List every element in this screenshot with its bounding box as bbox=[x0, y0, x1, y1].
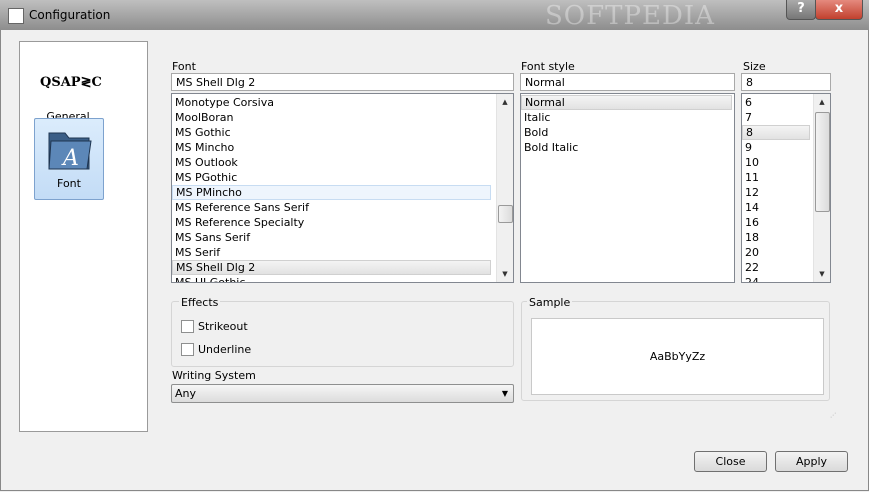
size-list-scrollbar[interactable]: ▲ ▼ bbox=[813, 94, 830, 282]
list-item[interactable]: MS PGothic bbox=[172, 170, 493, 185]
scroll-thumb[interactable] bbox=[815, 112, 830, 212]
writing-system-value: Any bbox=[175, 387, 197, 400]
underline-checkbox[interactable] bbox=[181, 343, 194, 356]
chevron-down-icon: ▼ bbox=[501, 389, 508, 398]
title-bar: Configuration SOFTPEDIA ? x bbox=[0, 0, 869, 31]
list-item[interactable]: Normal bbox=[521, 95, 732, 110]
list-item[interactable]: MS UI Gothic bbox=[172, 275, 493, 282]
sidebar-item-label: Font bbox=[57, 177, 81, 190]
list-item[interactable]: MS Reference Specialty bbox=[172, 215, 493, 230]
close-button[interactable]: Close bbox=[694, 451, 767, 472]
list-item[interactable]: 16 bbox=[742, 215, 812, 230]
sidebar-item-font[interactable]: A Font bbox=[34, 118, 104, 200]
strikeout-label: Strikeout bbox=[198, 320, 248, 333]
list-item[interactable]: 8 bbox=[742, 125, 810, 140]
list-item[interactable]: MS Reference Sans Serif bbox=[172, 200, 493, 215]
list-item[interactable]: 6 bbox=[742, 95, 812, 110]
font-label: Font bbox=[172, 60, 196, 73]
list-item[interactable]: 14 bbox=[742, 200, 812, 215]
list-item[interactable]: MS Mincho bbox=[172, 140, 493, 155]
strikeout-checkbox[interactable] bbox=[181, 320, 194, 333]
list-item[interactable]: 9 bbox=[742, 140, 812, 155]
resize-grip-icon[interactable]: ⋰ bbox=[830, 412, 838, 420]
svg-text:A: A bbox=[61, 146, 79, 171]
list-item[interactable]: 10 bbox=[742, 155, 812, 170]
list-item[interactable]: MS Sans Serif bbox=[172, 230, 493, 245]
app-icon bbox=[8, 8, 24, 24]
list-item[interactable]: 12 bbox=[742, 185, 812, 200]
list-item[interactable]: Bold Italic bbox=[521, 140, 734, 155]
list-item[interactable]: MS Gothic bbox=[172, 125, 493, 140]
list-item[interactable]: Italic bbox=[521, 110, 734, 125]
list-item[interactable]: Monotype Corsiva bbox=[172, 95, 493, 110]
list-item[interactable]: 20 bbox=[742, 245, 812, 260]
sidebar-item-general[interactable]: QSAP≷C General bbox=[34, 58, 102, 123]
list-item[interactable]: 24 bbox=[742, 275, 812, 282]
help-button[interactable]: ? bbox=[786, 0, 816, 20]
list-item[interactable]: 7 bbox=[742, 110, 812, 125]
list-item[interactable]: MoolBoran bbox=[172, 110, 493, 125]
list-item[interactable]: MS Outlook bbox=[172, 155, 493, 170]
list-item[interactable]: MS Shell Dlg 2 bbox=[172, 260, 491, 275]
list-item[interactable]: 22 bbox=[742, 260, 812, 275]
window-title: Configuration bbox=[29, 8, 111, 22]
font-style-input[interactable]: Normal bbox=[520, 73, 735, 91]
font-style-list[interactable]: Normal Italic Bold Bold Italic bbox=[520, 93, 735, 283]
scroll-down-arrow-icon[interactable]: ▼ bbox=[497, 266, 513, 282]
font-style-label: Font style bbox=[521, 60, 575, 73]
list-item[interactable]: Bold bbox=[521, 125, 734, 140]
font-list[interactable]: Monotype Corsiva MoolBoran MS Gothic MS Min… bbox=[171, 93, 514, 283]
list-item[interactable]: MS Serif bbox=[172, 245, 493, 260]
scroll-up-arrow-icon[interactable]: ▲ bbox=[497, 94, 513, 110]
font-list-scrollbar[interactable]: ▲ ▼ bbox=[496, 94, 513, 282]
size-list[interactable]: 6 7 8 9 10 11 12 14 16 18 20 22 24 ▲ ▼ bbox=[741, 93, 831, 283]
size-label: Size bbox=[743, 60, 766, 73]
writing-system-dropdown[interactable]: Any ▼ bbox=[171, 384, 514, 403]
list-item[interactable]: 11 bbox=[742, 170, 812, 185]
list-item[interactable]: 18 bbox=[742, 230, 812, 245]
underline-label: Underline bbox=[198, 343, 252, 356]
category-sidebar: QSAP≷C General A Font bbox=[19, 41, 148, 432]
font-name-input[interactable]: MS Shell Dlg 2 bbox=[171, 73, 514, 91]
qsapecng-logo-icon: QSAP≷C bbox=[40, 75, 102, 90]
effects-group bbox=[171, 301, 514, 367]
scroll-up-arrow-icon[interactable]: ▲ bbox=[814, 94, 830, 110]
list-item[interactable]: MS PMincho bbox=[172, 185, 491, 200]
font-folder-icon: A bbox=[41, 125, 97, 175]
apply-button[interactable]: Apply bbox=[775, 451, 848, 472]
sample-label: Sample bbox=[527, 296, 573, 309]
scroll-thumb[interactable] bbox=[498, 205, 513, 223]
close-window-button[interactable]: x bbox=[815, 0, 863, 20]
size-input[interactable]: 8 bbox=[741, 73, 831, 91]
effects-label: Effects bbox=[179, 296, 221, 309]
sample-preview: AaBbYyZz bbox=[531, 318, 824, 395]
writing-system-label: Writing System bbox=[172, 369, 256, 382]
watermark-text: SOFTPEDIA bbox=[545, 1, 715, 31]
scroll-down-arrow-icon[interactable]: ▼ bbox=[814, 266, 830, 282]
